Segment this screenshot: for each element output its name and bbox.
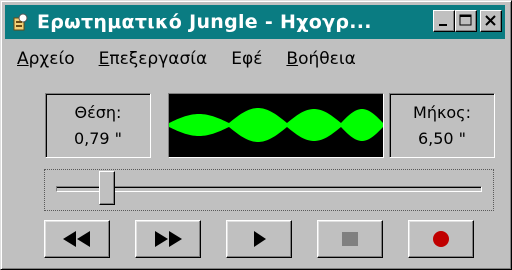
maximize-button[interactable] (455, 10, 477, 32)
sound-recorder-window: Ερωτηματικό Jungle - Ηχογρ... Αρχείο Επε… (0, 0, 512, 270)
play-icon (254, 231, 266, 247)
slider-thumb[interactable] (99, 171, 115, 205)
rewind-icon (63, 231, 90, 247)
position-label: Θέση: (74, 102, 122, 122)
length-value: 6,50 " (417, 128, 467, 148)
position-slider[interactable] (44, 169, 494, 211)
position-display: Θέση: 0,79 " (45, 93, 151, 158)
close-button[interactable] (480, 10, 502, 32)
sound-recorder-icon[interactable] (11, 12, 31, 32)
position-value: 0,79 " (73, 128, 123, 148)
window-title: Ερωτηματικό Jungle - Ηχογρ... (37, 11, 372, 33)
menu-bar: Αρχείο Επεξεργασία Εφέ Βοήθεια (5, 41, 505, 77)
waveform-graph (169, 108, 383, 142)
menu-help[interactable]: Βοήθεια (274, 49, 367, 69)
menu-edit[interactable]: Επεξεργασία (87, 49, 220, 69)
menu-file[interactable]: Αρχείο (5, 49, 87, 69)
record-icon (433, 231, 449, 247)
fast-forward-icon (155, 231, 182, 247)
stop-icon (342, 232, 358, 246)
close-icon (485, 15, 496, 26)
record-button[interactable] (408, 220, 474, 258)
slider-track (56, 186, 482, 192)
waveform-display (168, 93, 384, 158)
play-button[interactable] (226, 220, 292, 258)
minimize-icon (439, 24, 447, 26)
seek-to-start-button[interactable] (44, 220, 110, 258)
maximize-icon (459, 14, 472, 26)
length-label: Μήκος: (413, 102, 471, 122)
stop-button[interactable] (317, 220, 383, 258)
length-display: Μήκος: 6,50 " (389, 93, 495, 158)
menu-effects[interactable]: Εφέ (219, 49, 274, 69)
minimize-button[interactable] (433, 10, 455, 32)
title-bar[interactable]: Ερωτηματικό Jungle - Ηχογρ... (5, 5, 505, 39)
seek-to-end-button[interactable] (135, 220, 201, 258)
